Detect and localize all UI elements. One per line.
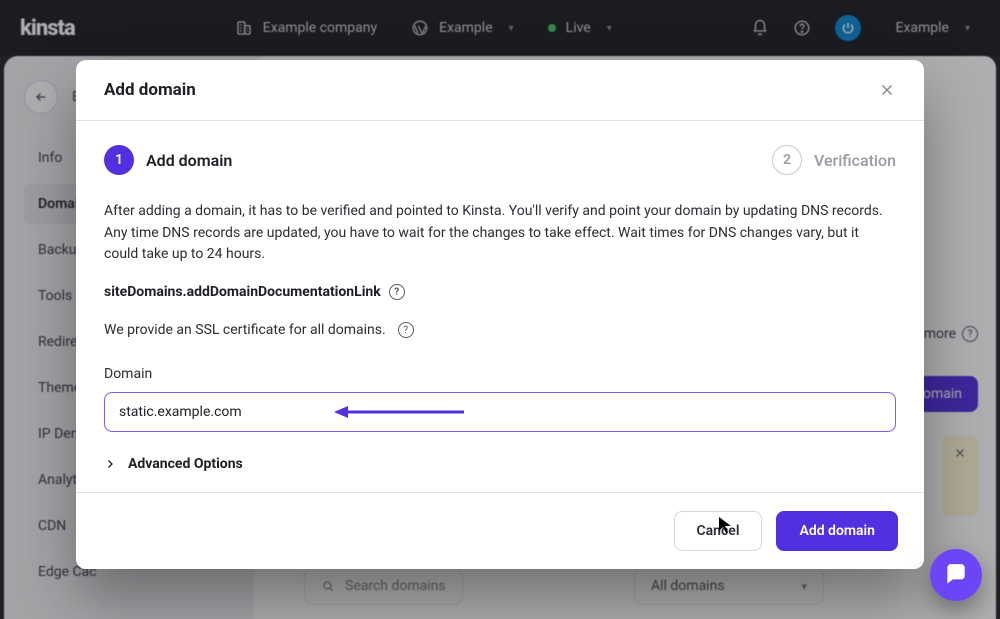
domain-field-label: Domain [104, 366, 896, 382]
step-1: 1 Add domain [104, 145, 232, 175]
documentation-link[interactable]: siteDomains.addDomainDocumentationLink ? [104, 284, 896, 300]
chat-icon [943, 562, 969, 588]
chevron-right-icon [104, 458, 116, 470]
step-2: 2 Verification [772, 145, 896, 175]
domain-input-wrap [104, 392, 896, 432]
close-modal-button[interactable] [878, 81, 896, 99]
advanced-options-label: Advanced Options [128, 456, 243, 472]
step-2-circle: 2 [772, 145, 802, 175]
modal-title: Add domain [104, 80, 196, 100]
add-domain-submit-button[interactable]: Add domain [776, 511, 898, 551]
step-1-circle: 1 [104, 145, 134, 175]
domain-input[interactable] [104, 392, 896, 432]
modal-header: Add domain [76, 60, 924, 121]
step-1-label: Add domain [146, 151, 232, 170]
add-domain-modal: Add domain 1 Add domain 2 Verification A… [76, 60, 924, 569]
info-icon[interactable]: ? [398, 322, 414, 338]
modal-footer: Cancel Add domain [76, 492, 924, 569]
step-2-label: Verification [814, 151, 896, 170]
documentation-link-label: siteDomains.addDomainDocumentationLink [104, 284, 381, 300]
cursor-icon [718, 516, 732, 534]
info-icon[interactable]: ? [389, 284, 405, 300]
advanced-options-toggle[interactable]: Advanced Options [104, 456, 896, 472]
stepper: 1 Add domain 2 Verification [104, 145, 896, 175]
ssl-note-text: We provide an SSL certificate for all do… [104, 322, 386, 338]
modal-instructions: After adding a domain, it has to be veri… [104, 201, 896, 266]
ssl-note: We provide an SSL certificate for all do… [104, 322, 896, 338]
chat-launcher[interactable] [930, 549, 982, 601]
modal-body: 1 Add domain 2 Verification After adding… [76, 121, 924, 492]
modal-overlay: Add domain 1 Add domain 2 Verification A… [0, 0, 1000, 619]
